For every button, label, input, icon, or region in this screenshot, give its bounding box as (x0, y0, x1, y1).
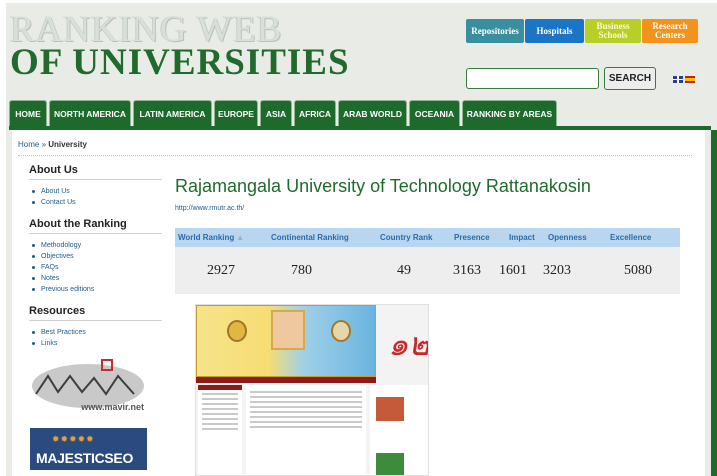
screenshot-line (202, 403, 238, 405)
screenshot-left-column (198, 385, 242, 475)
spain-flag-icon[interactable] (685, 76, 695, 83)
sidebar-item-methodology[interactable]: Methodology (29, 240, 162, 251)
cell-world-ranking: 2927 (207, 262, 235, 278)
panel-border (711, 130, 717, 476)
sidebar-item-contact-us[interactable]: Contact Us (29, 197, 162, 208)
header-openness[interactable]: Openness (543, 228, 600, 247)
screenshot-line (202, 423, 238, 425)
ranking-table: World Ranking ▲ Continental Ranking Count… (175, 228, 680, 294)
ranking-table-header: World Ranking ▲ Continental Ranking Count… (175, 228, 680, 247)
nav-asia[interactable]: ASIA (260, 100, 292, 126)
sidebar-item-objectives[interactable]: Objectives (29, 251, 162, 262)
cell-country-rank: 49 (397, 262, 411, 278)
search-input[interactable] (466, 68, 599, 89)
language-flags (673, 76, 695, 83)
screenshot-nav-bar (196, 377, 376, 383)
search-button[interactable]: SEARCH (604, 67, 656, 90)
screenshot-line (250, 406, 362, 408)
sidebar-heading-resources: Resources (29, 305, 162, 321)
logo-line-2: OF UNIVERSITIES (10, 42, 350, 83)
cell-impact: 1601 (499, 262, 527, 278)
sidebar-list-about-us: About Us Contact Us (29, 186, 162, 208)
majestic-seo-logo[interactable]: ✹✹✹✹✹ MAJESTICSEO (30, 428, 147, 470)
sidebar-item-previous-editions[interactable]: Previous editions (29, 284, 162, 295)
nav-africa[interactable]: AFRICA (294, 100, 336, 126)
mavir-logo[interactable]: www.mavir.net (30, 358, 146, 414)
sidebar-list-resources: Best Practices Links (29, 327, 162, 349)
business-schools-button[interactable]: Business Schools (585, 19, 641, 43)
stars-icon: ✹✹✹✹✹ (52, 434, 95, 444)
nav-latin-america[interactable]: LATIN AMERICA (133, 100, 212, 126)
nav-home[interactable]: HOME (9, 100, 47, 126)
nav-north-america[interactable]: NORTH AMERICA (49, 100, 131, 126)
screenshot-line (250, 401, 362, 403)
cell-continental-ranking: 780 (291, 262, 312, 278)
header-country-rank[interactable]: Country Rank (368, 228, 442, 247)
sort-arrow-icon: ▲ (236, 233, 245, 242)
screenshot-right-column (370, 385, 428, 475)
sidebar-item-best-practices[interactable]: Best Practices (29, 327, 162, 338)
site-logo[interactable]: RANKING WEB OF UNIVERSITIES (10, 11, 350, 83)
screenshot-left-head (198, 385, 242, 390)
nav-arab-world[interactable]: ARAB WORLD (338, 100, 407, 126)
sidebar: About Us About Us Contact Us About the R… (29, 164, 162, 359)
breadcrumb: Home » University (18, 140, 87, 149)
screenshot-banner (196, 305, 376, 377)
screenshot-thumbnail (376, 453, 404, 475)
main-nav: HOME NORTH AMERICA LATIN AMERICA EUROPE … (9, 100, 559, 126)
research-centers-button[interactable]: Research Centers (642, 19, 698, 43)
breadcrumb-home[interactable]: Home (18, 140, 39, 149)
nav-oceania[interactable]: OCEANIA (409, 100, 460, 126)
sidebar-list-about-ranking: Methodology Objectives FAQs Notes Previo… (29, 240, 162, 295)
header-excellence[interactable]: Excellence (600, 228, 680, 247)
screenshot-thumbnail (376, 397, 404, 421)
header-world-ranking[interactable]: World Ranking ▲ (175, 228, 260, 247)
repositories-button[interactable]: Repositories (466, 19, 524, 43)
header-world-ranking-label: World Ranking (178, 233, 235, 242)
header-continental-ranking[interactable]: Continental Ranking (260, 228, 368, 247)
university-url[interactable]: http://www.rmutr.ac.th/ (175, 205, 244, 212)
sidebar-item-notes[interactable]: Notes (29, 273, 162, 284)
emblem-icon (331, 320, 351, 342)
uk-flag-icon[interactable] (673, 76, 683, 83)
screenshot-line (202, 413, 238, 415)
screenshot-line (202, 408, 238, 410)
screenshot-line (250, 426, 362, 428)
screenshot-line (202, 398, 238, 400)
sidebar-item-about-us[interactable]: About Us (29, 186, 162, 197)
screenshot-line (202, 418, 238, 420)
university-name: Rajamangala University of Technology Rat… (175, 176, 591, 196)
portrait-image (271, 310, 305, 350)
majestic-label: MAJESTICSEO (36, 450, 134, 466)
decorative-glyph-icon: ๑๒ (388, 325, 429, 363)
breadcrumb-current: University (48, 140, 87, 149)
screenshot-line (250, 411, 362, 413)
screenshot-line (250, 391, 362, 393)
breadcrumb-divider (18, 155, 692, 156)
screenshot-line (250, 396, 362, 398)
screenshot-center-column (246, 385, 366, 475)
nav-ranking-by-areas[interactable]: RANKING BY AREAS (462, 100, 557, 126)
screenshot-line (202, 428, 238, 430)
header-presence[interactable]: Presence (442, 228, 498, 247)
screenshot-line (202, 393, 238, 395)
cell-presence: 3163 (453, 262, 481, 278)
nav-europe[interactable]: EUROPE (214, 100, 258, 126)
sidebar-item-links[interactable]: Links (29, 338, 162, 349)
sidebar-item-faqs[interactable]: FAQs (29, 262, 162, 273)
screenshot-line (250, 421, 362, 423)
table-row: 2927 780 49 3163 1601 3203 5080 (175, 247, 680, 294)
hospitals-button[interactable]: Hospitals (525, 19, 584, 43)
sidebar-heading-about-us: About Us (29, 164, 162, 180)
cell-excellence: 5080 (624, 262, 652, 278)
mavir-url: www.mavir.net (81, 402, 144, 412)
website-screenshot[interactable]: ๑๒ (195, 304, 429, 476)
category-nav: Repositories Hospitals Business Schools … (466, 19, 699, 43)
header-impact[interactable]: Impact (498, 228, 543, 247)
breadcrumb-separator: » (39, 140, 49, 149)
seal-icon (227, 320, 247, 342)
sidebar-heading-about-ranking: About the Ranking (29, 218, 162, 234)
cell-openness: 3203 (543, 262, 571, 278)
screenshot-line (250, 416, 362, 418)
